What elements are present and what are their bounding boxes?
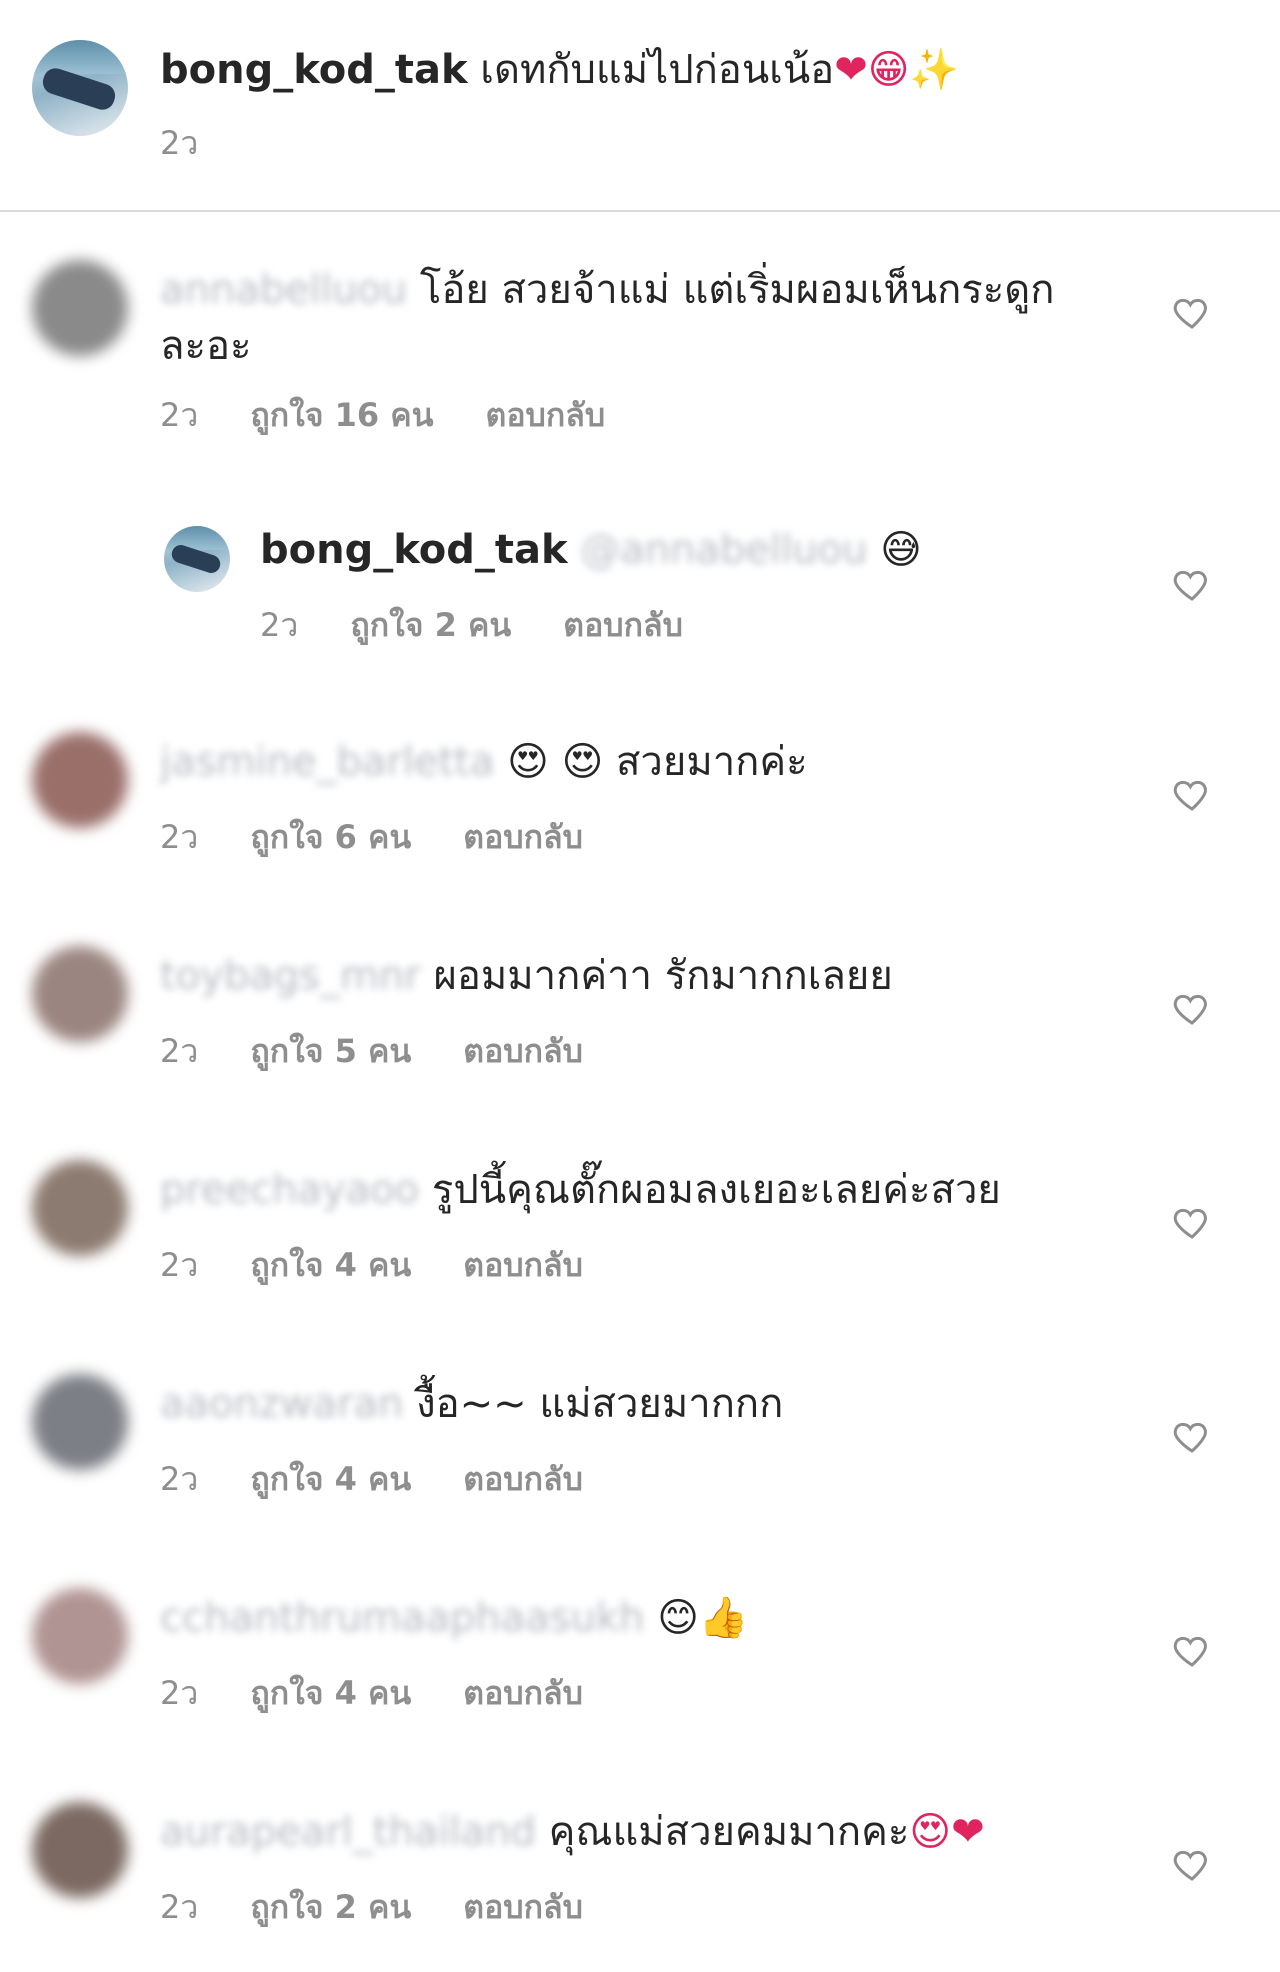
comment-emojis: 😍 😍 [507,739,604,785]
avatar[interactable] [32,1374,128,1470]
timestamp[interactable]: 2ว [160,1240,198,1291]
post-caption: bong_kod_tak เดทกับแม่ไปก่อนเน้อ❤😁✨ 2ว [0,0,1280,210]
reply-button[interactable]: ตอบกลับ [463,1240,583,1291]
comment-meta: 2ว ถูกใจ 5 คน ตอบกลับ [160,1026,583,1077]
likes-count[interactable]: ถูกใจ 16 คน [250,390,433,441]
caption-body: เดทกับแม่ไปก่อนเน้อ [480,47,835,93]
heart-icon[interactable] [1172,774,1212,814]
avatar[interactable] [32,1160,128,1256]
heart-icon[interactable] [1172,564,1212,604]
heart-icon[interactable] [1172,1416,1212,1456]
username-link[interactable]: aaonzwaran [160,1381,403,1427]
comment-meta: 2ว ถูกใจ 2 คน ตอบกลับ [160,1882,583,1933]
timestamp[interactable]: 2ว [160,118,198,169]
comment-text: bong_kod_tak @annabelluou 😅 [260,522,922,578]
avatar[interactable] [32,40,128,136]
comment-body: คุณแม่สวยคมมากคะ [548,1809,910,1855]
comment-emojis: 😊👍 [657,1595,749,1641]
comment-meta: 2ว ถูกใจ 4 คน ตอบกลับ [160,1454,583,1505]
comment-text: annabelluou โอ้ย สวยจ้าแม่ แต่เริ่มผอมเห… [160,262,1080,374]
comment-emojis: 😍❤ [909,1809,985,1855]
comment-text: preechayaoo รูปนี้คุณตั๊กผอมลงเยอะเลยค่ะ… [160,1162,1001,1218]
comment-emoji: 😅 [880,527,922,573]
comment-meta: 2ว ถูกใจ 6 คน ตอบกลับ [160,812,583,863]
reply-button[interactable]: ตอบกลับ [563,600,683,651]
heart-icon[interactable] [1172,292,1212,332]
timestamp[interactable]: 2ว [160,812,198,863]
reply-button[interactable]: ตอบกลับ [463,1454,583,1505]
username-link[interactable]: toybags_mnr [160,953,421,999]
comment-meta: 2ว ถูกใจ 4 คน ตอบกลับ [160,1240,583,1291]
likes-count[interactable]: ถูกใจ 2 คน [250,1882,411,1933]
heart-icon[interactable] [1172,988,1212,1028]
username-link[interactable]: jasmine_barletta [160,739,494,785]
avatar[interactable] [32,946,128,1042]
comment-meta: 2ว ถูกใจ 4 คน ตอบกลับ [160,1668,583,1719]
timestamp[interactable]: 2ว [160,1882,198,1933]
caption-emojis: ❤😁✨ [834,47,960,93]
comment-meta: 2ว ถูกใจ 2 คน ตอบกลับ [260,600,683,651]
comment-body: รูปนี้คุณตั๊กผอมลงเยอะเลยค่ะสวย [431,1167,1001,1213]
avatar[interactable] [164,526,230,592]
avatar-photo [32,40,128,74]
heart-icon[interactable] [1172,1844,1212,1884]
avatar[interactable] [32,1588,128,1684]
likes-count[interactable]: ถูกใจ 4 คน [250,1240,411,1291]
likes-count[interactable]: ถูกใจ 6 คน [250,812,411,863]
reply-button[interactable]: ตอบกลับ [463,1882,583,1933]
reply-button[interactable]: ตอบกลับ [463,1668,583,1719]
comment-body: ผอมมากค่าา รักมากกเลยย [433,953,893,999]
likes-count[interactable]: ถูกใจ 2 คน [350,600,511,651]
mention-link[interactable]: @annabelluou [580,527,867,573]
timestamp[interactable]: 2ว [160,1026,198,1077]
timestamp[interactable]: 2ว [160,1668,198,1719]
comment-text: jasmine_barletta 😍 😍 สวยมากค่ะ [160,734,808,790]
comment-meta: 2ว ถูกใจ 16 คน ตอบกลับ [160,390,605,441]
username-link[interactable]: bong_kod_tak [260,527,568,573]
timestamp[interactable]: 2ว [160,390,198,441]
comment-text: toybags_mnr ผอมมากค่าา รักมากกเลยย [160,948,893,1004]
timestamp[interactable]: 2ว [160,1454,198,1505]
timestamp[interactable]: 2ว [260,600,298,651]
heart-icon[interactable] [1172,1202,1212,1242]
likes-count[interactable]: ถูกใจ 4 คน [250,1454,411,1505]
comment-body: งื้อ~~ แม่สวยมากกก [416,1381,784,1427]
avatar[interactable] [32,732,128,828]
avatar[interactable] [32,260,128,356]
reply-button[interactable]: ตอบกลับ [463,812,583,863]
username-link[interactable]: cchanthrumaaphaasukh [160,1595,645,1641]
reply-button[interactable]: ตอบกลับ [486,390,606,441]
reply-button[interactable]: ตอบกลับ [463,1026,583,1077]
username-link[interactable]: preechayaoo [160,1167,419,1213]
caption-text: bong_kod_tak เดทกับแม่ไปก่อนเน้อ❤😁✨ [160,40,959,100]
avatar[interactable] [32,1802,128,1898]
username-link[interactable]: aurapearl_thailand [160,1809,536,1855]
comment-text: aaonzwaran งื้อ~~ แม่สวยมากกก [160,1376,783,1432]
heart-icon[interactable] [1172,1630,1212,1670]
comment-body: สวยมากค่ะ [616,739,808,785]
username-link[interactable]: bong_kod_tak [160,47,468,93]
comment-body-cont: ละอะ [160,323,252,369]
username-link[interactable]: annabelluou [160,267,407,313]
comment-body: โอ้ย สวยจ้าแม่ แต่เริ่มผอมเห็นกระดูก [419,267,1055,313]
likes-count[interactable]: ถูกใจ 5 คน [250,1026,411,1077]
divider [0,210,1280,212]
likes-count[interactable]: ถูกใจ 4 คน [250,1668,411,1719]
comment-text: cchanthrumaaphaasukh 😊👍 [160,1590,749,1646]
comment-text: aurapearl_thailand คุณแม่สวยคมมากคะ😍❤ [160,1804,985,1860]
